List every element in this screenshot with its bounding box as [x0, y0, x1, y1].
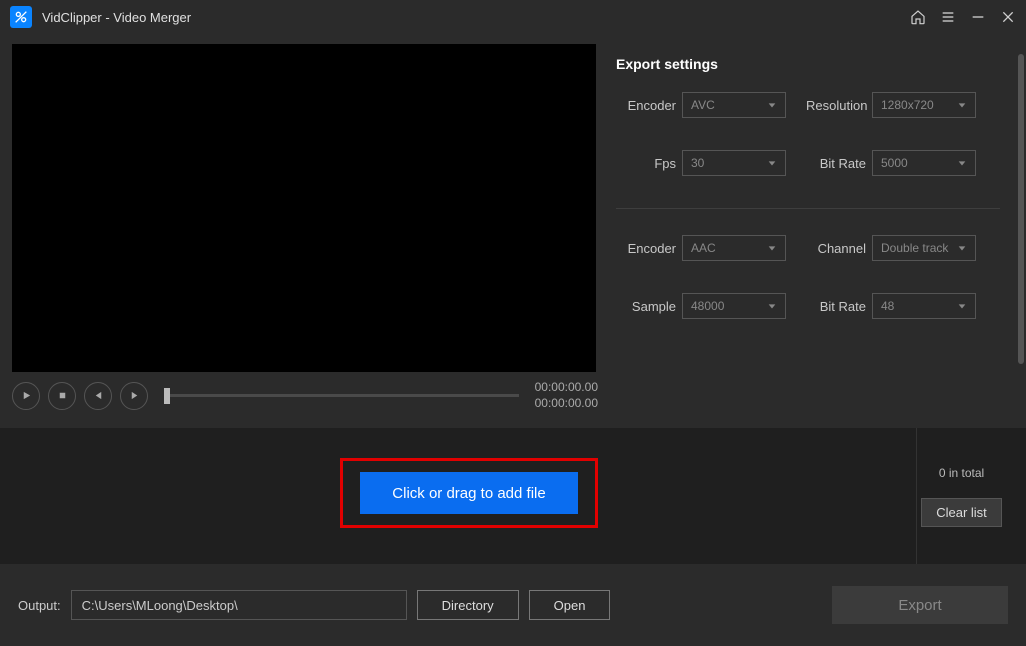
annotation-highlight: Click or drag to add file — [340, 458, 598, 528]
main-area: 00:00:00.00 00:00:00.00 Export settings … — [0, 34, 1026, 428]
close-icon[interactable] — [1000, 9, 1016, 25]
video-encoder-select[interactable]: AVC — [682, 92, 786, 118]
chevron-down-icon — [767, 243, 777, 253]
timeline-slider[interactable] — [164, 386, 519, 406]
audio-encoder-label: Encoder — [616, 241, 676, 256]
time-total: 00:00:00.00 — [535, 396, 598, 412]
audio-bitrate-select[interactable]: 48 — [872, 293, 976, 319]
preview-panel: 00:00:00.00 00:00:00.00 — [0, 34, 604, 428]
titlebar: VidClipper - Video Merger — [0, 0, 1026, 34]
audio-encoder-select[interactable]: AAC — [682, 235, 786, 261]
sample-label: Sample — [616, 299, 676, 314]
time-readout: 00:00:00.00 00:00:00.00 — [535, 380, 598, 411]
open-button[interactable]: Open — [529, 590, 611, 620]
time-current: 00:00:00.00 — [535, 380, 598, 396]
video-bitrate-label: Bit Rate — [806, 156, 866, 171]
resolution-select[interactable]: 1280x720 — [872, 92, 976, 118]
transport-controls: 00:00:00.00 00:00:00.00 — [12, 380, 598, 411]
next-frame-button[interactable] — [120, 382, 148, 410]
add-file-button[interactable]: Click or drag to add file — [360, 472, 578, 514]
chevron-down-icon — [767, 100, 777, 110]
play-button[interactable] — [12, 382, 40, 410]
file-count-text: 0 in total — [939, 466, 984, 480]
settings-separator — [616, 208, 1000, 209]
resolution-label: Resolution — [806, 98, 866, 113]
chevron-down-icon — [957, 158, 967, 168]
chevron-down-icon — [767, 301, 777, 311]
output-label: Output: — [18, 598, 61, 613]
settings-panel: Export settings Encoder AVC Resolution 1… — [604, 34, 1026, 428]
audio-bitrate-label: Bit Rate — [806, 299, 866, 314]
window-title: VidClipper - Video Merger — [42, 10, 910, 25]
chevron-down-icon — [957, 243, 967, 253]
chevron-down-icon — [957, 301, 967, 311]
export-button[interactable]: Export — [832, 586, 1008, 624]
video-bitrate-select[interactable]: 5000 — [872, 150, 976, 176]
list-tools: 0 in total Clear list — [916, 428, 1006, 564]
fps-select[interactable]: 30 — [682, 150, 786, 176]
video-encoder-label: Encoder — [616, 98, 676, 113]
menu-icon[interactable] — [940, 9, 956, 25]
clear-list-button[interactable]: Clear list — [921, 498, 1002, 527]
channel-label: Channel — [806, 241, 866, 256]
fps-label: Fps — [616, 156, 676, 171]
home-icon[interactable] — [910, 9, 926, 25]
directory-button[interactable]: Directory — [417, 590, 519, 620]
dropzone-area[interactable]: Click or drag to add file 0 in total Cle… — [0, 428, 1026, 564]
chevron-down-icon — [957, 100, 967, 110]
stop-button[interactable] — [48, 382, 76, 410]
channel-select[interactable]: Double track — [872, 235, 976, 261]
app-icon — [10, 6, 32, 28]
prev-frame-button[interactable] — [84, 382, 112, 410]
video-preview[interactable] — [12, 44, 596, 372]
footer: Output: C:\Users\MLoong\Desktop\ Directo… — [0, 564, 1026, 646]
settings-title: Export settings — [616, 56, 1000, 72]
settings-scrollbar[interactable] — [1018, 54, 1024, 364]
minimize-icon[interactable] — [970, 9, 986, 25]
sample-select[interactable]: 48000 — [682, 293, 786, 319]
output-path-field[interactable]: C:\Users\MLoong\Desktop\ — [71, 590, 407, 620]
chevron-down-icon — [767, 158, 777, 168]
